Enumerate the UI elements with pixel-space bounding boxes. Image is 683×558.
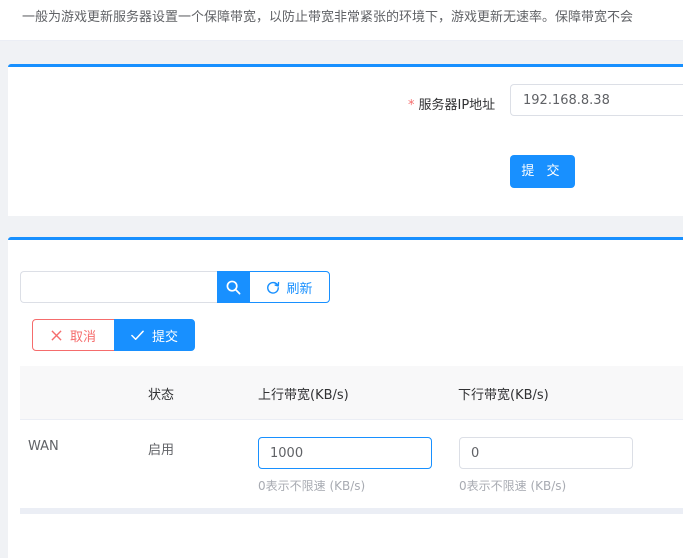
description-bar: 一般为游戏更新服务器设置一个保障带宽，以防止带宽非常紧张的环境下，游戏更新无速率… bbox=[0, 0, 683, 41]
cancel-label: 取消 bbox=[69, 329, 96, 345]
interface-name: WAN bbox=[28, 439, 59, 454]
table-header: 状态 上行带宽(KB/s) 下行带宽(KB/s) bbox=[20, 366, 683, 420]
cancel-button[interactable]: 取消 bbox=[32, 319, 115, 351]
server-submit-button[interactable]: 提 交 bbox=[510, 155, 575, 188]
description-text: 一般为游戏更新服务器设置一个保障带宽，以防止带宽非常紧张的环境下，游戏更新无速率… bbox=[22, 10, 634, 25]
required-mark: * bbox=[408, 98, 415, 113]
column-header-status: 状态 bbox=[148, 388, 175, 403]
server-ip-input[interactable] bbox=[510, 84, 683, 116]
refresh-button[interactable]: 刷新 bbox=[249, 271, 330, 303]
table-row: WAN 启用 0表示不限速 (KB/s) 0表示不限速 (KB/s) bbox=[20, 420, 683, 508]
upload-bandwidth-input[interactable] bbox=[258, 437, 432, 469]
search-button[interactable] bbox=[217, 271, 249, 303]
bandwidth-card: 刷新 取消 提交 状态 上行带宽(KB/s) 下行带宽(KB/s) WAN 启用… bbox=[8, 237, 683, 558]
upload-hint: 0表示不限速 (KB/s) bbox=[258, 479, 366, 493]
download-hint: 0表示不限速 (KB/s) bbox=[459, 479, 567, 493]
refresh-icon bbox=[267, 281, 280, 294]
ip-label: * 服务器IP地址 bbox=[408, 94, 495, 113]
refresh-label: 刷新 bbox=[286, 281, 313, 297]
ip-label-text: 服务器IP地址 bbox=[418, 98, 496, 113]
table-scrollbar[interactable] bbox=[20, 508, 683, 514]
submit-label: 提交 bbox=[151, 329, 178, 345]
close-icon bbox=[51, 329, 62, 341]
column-header-upload: 上行带宽(KB/s) bbox=[258, 388, 349, 403]
search-icon bbox=[226, 280, 240, 294]
interface-status: 启用 bbox=[148, 443, 175, 458]
download-bandwidth-input[interactable] bbox=[459, 437, 633, 469]
bandwidth-submit-button[interactable]: 提交 bbox=[114, 319, 195, 351]
check-icon bbox=[131, 330, 144, 340]
column-header-download: 下行带宽(KB/s) bbox=[458, 388, 549, 403]
server-ip-card: *服务器IP地址 提 交 bbox=[8, 64, 683, 216]
search-input[interactable] bbox=[20, 271, 218, 303]
